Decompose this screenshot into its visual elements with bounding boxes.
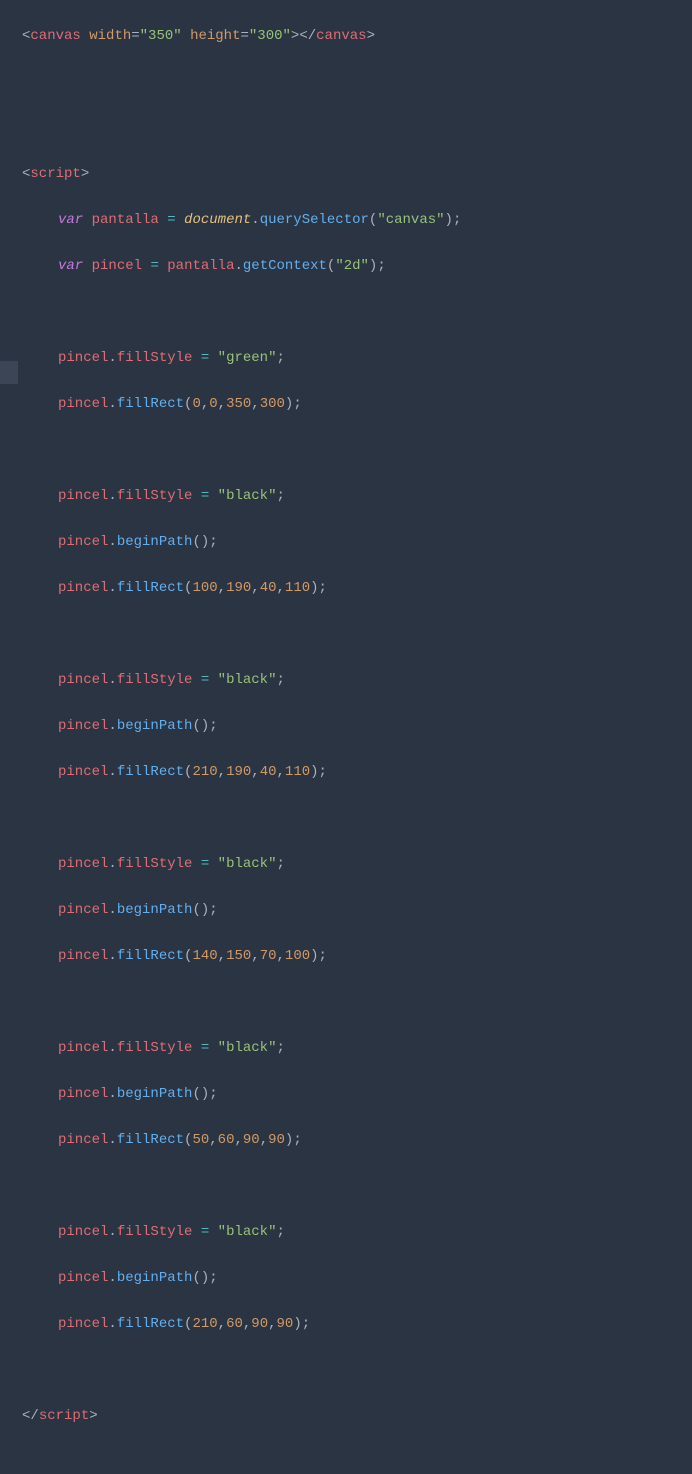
editor-gutter [0,0,18,752]
code-area[interactable]: <canvas width="350" height="300"></canva… [18,0,692,752]
code-line [22,439,692,462]
code-line: <script> [22,163,692,186]
code-line: pincel.beginPath(); [22,1083,692,1106]
code-line: pincel.fillRect(0,0,350,300); [22,393,692,416]
code-line: </script> [22,1405,692,1428]
code-line: var pincel = pantalla.getContext("2d"); [22,255,692,278]
code-line: pincel.beginPath(); [22,531,692,554]
code-editor[interactable]: <canvas width="350" height="300"></canva… [0,0,692,752]
code-line [22,71,692,94]
code-line: pincel.fillRect(140,150,70,100); [22,945,692,968]
code-line: pincel.fillStyle = "black"; [22,853,692,876]
code-line: pincel.fillStyle = "black"; [22,669,692,692]
code-line: pincel.fillStyle = "black"; [22,1221,692,1244]
code-line [22,117,692,140]
code-line: var pantalla = document.querySelector("c… [22,209,692,232]
code-line: pincel.fillRect(50,60,90,90); [22,1129,692,1152]
code-line: pincel.fillRect(210,190,40,110); [22,761,692,784]
code-line [22,1175,692,1198]
code-line: pincel.fillStyle = "green"; [22,347,692,370]
code-line: pincel.fillStyle = "black"; [22,1037,692,1060]
code-line: pincel.beginPath(); [22,899,692,922]
code-line: pincel.beginPath(); [22,715,692,738]
code-line [22,623,692,646]
current-line-indicator [0,361,18,384]
code-line [22,991,692,1014]
code-line: <canvas width="350" height="300"></canva… [22,25,692,48]
code-line: pincel.fillStyle = "black"; [22,485,692,508]
code-line: pincel.beginPath(); [22,1267,692,1290]
code-line: pincel.fillRect(210,60,90,90); [22,1313,692,1336]
code-line [22,301,692,324]
code-line: pincel.fillRect(100,190,40,110); [22,577,692,600]
code-line [22,1359,692,1382]
code-line [22,807,692,830]
